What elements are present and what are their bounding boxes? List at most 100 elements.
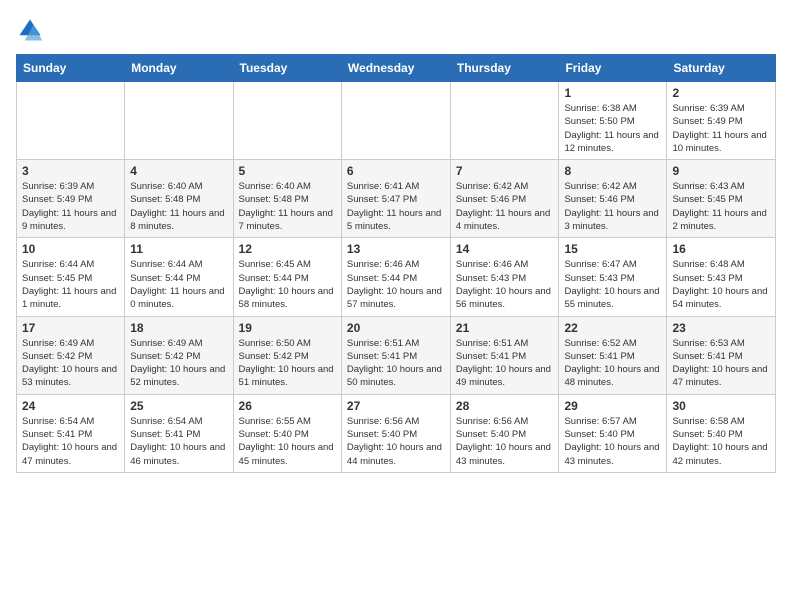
day-info: Sunrise: 6:38 AMSunset: 5:50 PMDaylight:…	[564, 102, 661, 155]
day-info: Sunrise: 6:56 AMSunset: 5:40 PMDaylight:…	[347, 415, 445, 468]
day-info: Sunrise: 6:42 AMSunset: 5:46 PMDaylight:…	[564, 180, 661, 233]
weekday-header-wednesday: Wednesday	[341, 55, 450, 82]
day-number: 9	[672, 164, 770, 178]
calendar-week-3: 10 Sunrise: 6:44 AMSunset: 5:45 PMDayligh…	[17, 238, 776, 316]
calendar-week-2: 3Sunrise: 6:39 AMSunset: 5:49 PMDaylight…	[17, 160, 776, 238]
calendar-cell: 18 Sunrise: 6:49 AMSunset: 5:42 PMDayligh…	[125, 316, 233, 394]
calendar-cell: 23 Sunrise: 6:53 AMSunset: 5:41 PMDayligh…	[667, 316, 776, 394]
weekday-header-saturday: Saturday	[667, 55, 776, 82]
calendar-cell: 9 Sunrise: 6:43 AMSunset: 5:45 PMDaylight…	[667, 160, 776, 238]
day-number: 3	[22, 164, 119, 178]
day-info: Sunrise: 6:55 AMSunset: 5:40 PMDaylight:…	[239, 415, 336, 468]
day-number: 22	[564, 321, 661, 335]
day-info: Sunrise: 6:51 AMSunset: 5:41 PMDaylight:…	[456, 337, 554, 390]
calendar-cell: 12 Sunrise: 6:45 AMSunset: 5:44 PMDayligh…	[233, 238, 341, 316]
day-info: Sunrise: 6:58 AMSunset: 5:40 PMDaylight:…	[672, 415, 770, 468]
calendar-cell	[341, 82, 450, 160]
day-number: 4	[130, 164, 227, 178]
weekday-header-sunday: Sunday	[17, 55, 125, 82]
calendar-cell: 26 Sunrise: 6:55 AMSunset: 5:40 PMDayligh…	[233, 394, 341, 472]
day-info: Sunrise: 6:44 AMSunset: 5:45 PMDaylight:…	[22, 258, 119, 311]
day-info: Sunrise: 6:40 AMSunset: 5:48 PMDaylight:…	[239, 180, 336, 233]
day-info: Sunrise: 6:41 AMSunset: 5:47 PMDaylight:…	[347, 180, 445, 233]
day-info: Sunrise: 6:43 AMSunset: 5:45 PMDaylight:…	[672, 180, 770, 233]
day-info: Sunrise: 6:42 AMSunset: 5:46 PMDaylight:…	[456, 180, 554, 233]
calendar-header-row: SundayMondayTuesdayWednesdayThursdayFrid…	[17, 55, 776, 82]
logo	[16, 16, 48, 44]
calendar-cell: 24 Sunrise: 6:54 AMSunset: 5:41 PMDayligh…	[17, 394, 125, 472]
calendar-cell: 13 Sunrise: 6:46 AMSunset: 5:44 PMDayligh…	[341, 238, 450, 316]
day-number: 18	[130, 321, 227, 335]
day-info: Sunrise: 6:57 AMSunset: 5:40 PMDaylight:…	[564, 415, 661, 468]
day-number: 27	[347, 399, 445, 413]
calendar-cell: 21 Sunrise: 6:51 AMSunset: 5:41 PMDayligh…	[450, 316, 559, 394]
day-info: Sunrise: 6:52 AMSunset: 5:41 PMDaylight:…	[564, 337, 661, 390]
day-info: Sunrise: 6:40 AMSunset: 5:48 PMDaylight:…	[130, 180, 227, 233]
day-number: 8	[564, 164, 661, 178]
calendar-cell	[450, 82, 559, 160]
day-number: 2	[672, 86, 770, 100]
weekday-header-friday: Friday	[559, 55, 667, 82]
day-number: 21	[456, 321, 554, 335]
calendar-cell: 29 Sunrise: 6:57 AMSunset: 5:40 PMDayligh…	[559, 394, 667, 472]
calendar-cell: 20 Sunrise: 6:51 AMSunset: 5:41 PMDayligh…	[341, 316, 450, 394]
day-number: 23	[672, 321, 770, 335]
day-number: 6	[347, 164, 445, 178]
calendar-cell: 5 Sunrise: 6:40 AMSunset: 5:48 PMDaylight…	[233, 160, 341, 238]
day-number: 14	[456, 242, 554, 256]
day-info: Sunrise: 6:54 AMSunset: 5:41 PMDaylight:…	[130, 415, 227, 468]
day-number: 16	[672, 242, 770, 256]
day-number: 19	[239, 321, 336, 335]
day-number: 24	[22, 399, 119, 413]
day-number: 28	[456, 399, 554, 413]
calendar-cell: 10 Sunrise: 6:44 AMSunset: 5:45 PMDayligh…	[17, 238, 125, 316]
calendar-cell: 8 Sunrise: 6:42 AMSunset: 5:46 PMDaylight…	[559, 160, 667, 238]
day-info: Sunrise: 6:46 AMSunset: 5:44 PMDaylight:…	[347, 258, 445, 311]
calendar-cell: 28 Sunrise: 6:56 AMSunset: 5:40 PMDayligh…	[450, 394, 559, 472]
calendar-cell: 11 Sunrise: 6:44 AMSunset: 5:44 PMDayligh…	[125, 238, 233, 316]
day-info: Sunrise: 6:51 AMSunset: 5:41 PMDaylight:…	[347, 337, 445, 390]
calendar-cell: 30 Sunrise: 6:58 AMSunset: 5:40 PMDayligh…	[667, 394, 776, 472]
logo-icon	[16, 16, 44, 44]
day-number: 1	[564, 86, 661, 100]
calendar-cell: 27 Sunrise: 6:56 AMSunset: 5:40 PMDayligh…	[341, 394, 450, 472]
day-info: Sunrise: 6:50 AMSunset: 5:42 PMDaylight:…	[239, 337, 336, 390]
day-info: Sunrise: 6:49 AMSunset: 5:42 PMDaylight:…	[22, 337, 119, 390]
day-info: Sunrise: 6:44 AMSunset: 5:44 PMDaylight:…	[130, 258, 227, 311]
calendar-cell: 1 Sunrise: 6:38 AMSunset: 5:50 PMDaylight…	[559, 82, 667, 160]
weekday-header-monday: Monday	[125, 55, 233, 82]
calendar-table: SundayMondayTuesdayWednesdayThursdayFrid…	[16, 54, 776, 473]
weekday-header-tuesday: Tuesday	[233, 55, 341, 82]
calendar-week-4: 17 Sunrise: 6:49 AMSunset: 5:42 PMDayligh…	[17, 316, 776, 394]
day-info: Sunrise: 6:49 AMSunset: 5:42 PMDaylight:…	[130, 337, 227, 390]
day-info: Sunrise: 6:48 AMSunset: 5:43 PMDaylight:…	[672, 258, 770, 311]
calendar-cell: 16 Sunrise: 6:48 AMSunset: 5:43 PMDayligh…	[667, 238, 776, 316]
day-info: Sunrise: 6:53 AMSunset: 5:41 PMDaylight:…	[672, 337, 770, 390]
calendar-cell: 7Sunrise: 6:42 AMSunset: 5:46 PMDaylight…	[450, 160, 559, 238]
calendar-cell: 2 Sunrise: 6:39 AMSunset: 5:49 PMDaylight…	[667, 82, 776, 160]
day-number: 29	[564, 399, 661, 413]
day-number: 17	[22, 321, 119, 335]
calendar-cell	[233, 82, 341, 160]
calendar-week-5: 24 Sunrise: 6:54 AMSunset: 5:41 PMDayligh…	[17, 394, 776, 472]
calendar-cell: 15Sunrise: 6:47 AMSunset: 5:43 PMDayligh…	[559, 238, 667, 316]
day-info: Sunrise: 6:54 AMSunset: 5:41 PMDaylight:…	[22, 415, 119, 468]
day-number: 26	[239, 399, 336, 413]
weekday-header-thursday: Thursday	[450, 55, 559, 82]
day-number: 30	[672, 399, 770, 413]
day-info: Sunrise: 6:56 AMSunset: 5:40 PMDaylight:…	[456, 415, 554, 468]
day-number: 12	[239, 242, 336, 256]
day-number: 11	[130, 242, 227, 256]
day-info: Sunrise: 6:45 AMSunset: 5:44 PMDaylight:…	[239, 258, 336, 311]
day-info: Sunrise: 6:39 AMSunset: 5:49 PMDaylight:…	[672, 102, 770, 155]
day-number: 15	[564, 242, 661, 256]
day-number: 5	[239, 164, 336, 178]
day-number: 20	[347, 321, 445, 335]
calendar-cell: 4 Sunrise: 6:40 AMSunset: 5:48 PMDaylight…	[125, 160, 233, 238]
page-header	[16, 16, 776, 44]
day-number: 13	[347, 242, 445, 256]
calendar-cell: 6 Sunrise: 6:41 AMSunset: 5:47 PMDaylight…	[341, 160, 450, 238]
calendar-cell: 14Sunrise: 6:46 AMSunset: 5:43 PMDayligh…	[450, 238, 559, 316]
calendar-cell: 3Sunrise: 6:39 AMSunset: 5:49 PMDaylight…	[17, 160, 125, 238]
day-number: 10	[22, 242, 119, 256]
